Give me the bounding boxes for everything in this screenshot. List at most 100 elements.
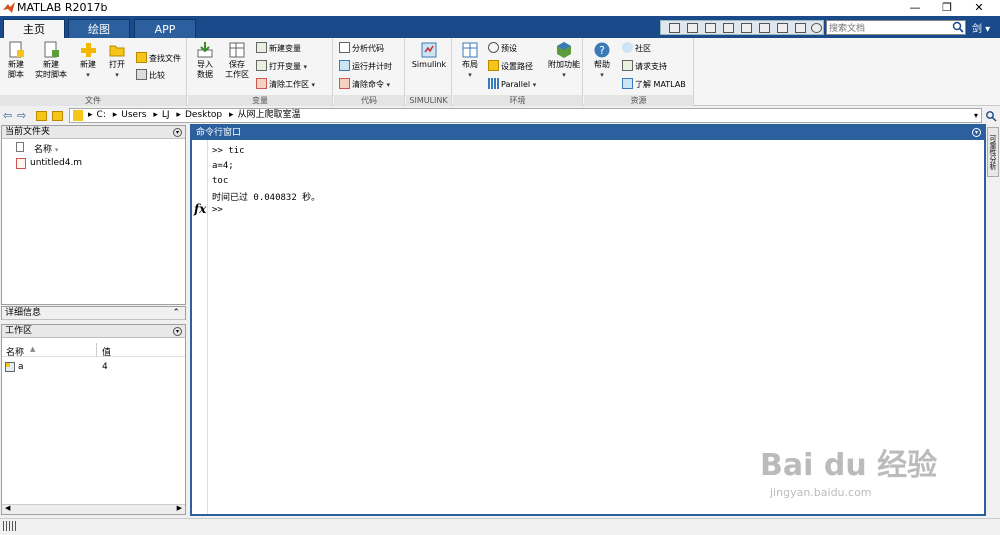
simulink-label: Simulink (411, 60, 447, 69)
request-support-button[interactable]: 请求支持 (622, 60, 667, 73)
breadcrumb-user[interactable]: LJ (162, 109, 170, 122)
paste-icon[interactable] (723, 23, 734, 33)
save-icon[interactable] (669, 23, 680, 33)
preferences-button[interactable]: 预设 (488, 42, 517, 55)
undo-icon[interactable] (741, 23, 752, 33)
search-icon[interactable] (952, 21, 965, 34)
analyze-code-button[interactable]: 分析代码 (339, 42, 384, 55)
save-workspace-button[interactable]: 保存 工作区 (222, 41, 252, 80)
details-header: 详细信息 ⌃ (2, 307, 185, 320)
learn-matlab-button[interactable]: 了解 MATLAB (622, 78, 686, 91)
browse-folder-icon[interactable] (52, 111, 63, 121)
set-path-label: 设置路径 (501, 62, 533, 71)
layout-icon[interactable] (795, 23, 806, 33)
find-files-icon (136, 52, 147, 63)
new-label: 新建 (80, 60, 96, 69)
watermark-brand: Bai du 经验 (760, 448, 938, 483)
close-button[interactable]: ✕ (964, 0, 994, 16)
parallel-button[interactable]: Parallel ▾ (488, 78, 536, 91)
copy-icon[interactable] (705, 23, 716, 33)
current-path-field[interactable]: ▸ C: ▸ Users ▸ LJ ▸ Desktop ▸ 从网上爬取室温 ▾ (69, 108, 982, 123)
workspace-scrollbar[interactable]: ◀ ▶ (2, 504, 185, 514)
command-window-title: 命令行窗口 (196, 128, 242, 138)
layout-button[interactable]: 布局 ▾ (456, 41, 484, 80)
save-workspace-label: 保存 工作区 (225, 60, 249, 79)
clear-workspace-label: 清除工作区 (269, 80, 309, 89)
panel-menu-icon[interactable]: ▾ (173, 128, 182, 137)
path-separator: ▸ (176, 110, 181, 120)
forward-arrow-icon[interactable]: ⇨ (17, 109, 26, 122)
ribbon-tab-strip: 主页 绘图 APP 剑 ▾ (0, 16, 1000, 39)
switch-windows-icon[interactable] (777, 23, 788, 33)
clear-workspace-button[interactable]: 清除工作区 ▾ (256, 78, 315, 91)
simulink-button[interactable]: Simulink (410, 41, 448, 70)
new-live-script-button[interactable]: 新建 实时脚本 (32, 41, 70, 80)
workspace-column-headers: 名称 ▲ 值 (2, 343, 185, 358)
ribbon-group-simulink: Simulink SIMULINK (406, 38, 452, 106)
workspace-col-value[interactable]: 值 (102, 345, 111, 358)
scroll-right-icon[interactable]: ▶ (177, 504, 182, 512)
set-path-button[interactable]: 设置路径 (488, 60, 533, 73)
column-header-name[interactable]: 名称 ▾ (16, 142, 58, 155)
ribbon-group-environment: 布局 ▾ 预设 设置路径 Parallel ▾ 附加功能 ▾ 环境 (453, 38, 583, 106)
command-prompt[interactable]: >> (212, 205, 223, 215)
function-browser-icon[interactable]: fx (194, 202, 206, 216)
chevron-up-icon[interactable]: ⌃ (172, 307, 180, 320)
side-panel-tab[interactable]: 可靠性分析 (987, 127, 999, 177)
community-button[interactable]: 社区 (622, 42, 651, 55)
help-icon[interactable] (811, 23, 822, 33)
breadcrumb-desktop[interactable]: Desktop (185, 109, 222, 122)
command-line: a=4; (212, 161, 234, 171)
find-files-button[interactable]: 查找文件 (136, 52, 181, 65)
open-variable-button[interactable]: 打开变量 ▾ (256, 60, 307, 73)
tab-apps[interactable]: APP (134, 19, 196, 38)
watermark-url: jingyan.baidu.com (770, 486, 872, 499)
matlab-logo-icon (3, 2, 15, 13)
variable-value: 4 (102, 362, 108, 372)
column-divider (96, 343, 97, 357)
open-variable-label: 打开变量 (269, 62, 301, 71)
minimize-button[interactable]: — (900, 0, 930, 16)
command-line: >> tic (212, 146, 245, 156)
back-arrow-icon[interactable]: ⇦ (3, 109, 12, 122)
new-script-button[interactable]: 新建 脚本 (2, 41, 30, 80)
addons-button[interactable]: 附加功能 ▾ (547, 41, 581, 80)
file-icon (16, 142, 24, 152)
panel-menu-icon[interactable]: ▾ (972, 128, 981, 137)
redo-icon[interactable] (759, 23, 770, 33)
new-variable-button[interactable]: 新建变量 (256, 42, 301, 55)
compare-button[interactable]: 比较 (136, 69, 165, 82)
tab-home[interactable]: 主页 (3, 19, 65, 39)
maximize-button[interactable]: ❐ (932, 0, 962, 16)
clear-commands-button[interactable]: 清除命令 ▾ (339, 78, 390, 91)
search-folder-icon[interactable] (985, 110, 997, 122)
user-menu[interactable]: 剑 ▾ (972, 20, 990, 35)
scroll-left-icon[interactable]: ◀ (5, 504, 10, 512)
run-and-time-icon (339, 60, 350, 71)
path-dropdown-icon[interactable]: ▾ (974, 109, 978, 122)
clear-commands-icon (339, 78, 350, 89)
help-button[interactable]: ? 帮助 ▾ (588, 41, 616, 80)
up-folder-icon[interactable] (36, 111, 47, 121)
plus-icon (81, 43, 96, 57)
cut-icon[interactable] (687, 23, 698, 33)
parallel-icon (488, 78, 499, 89)
run-and-time-button[interactable]: 运行并计时 (339, 60, 392, 73)
import-data-button[interactable]: 导入 数据 (191, 41, 219, 80)
open-button[interactable]: 打开 ▾ (103, 41, 131, 80)
tab-plots[interactable]: 绘图 (68, 19, 130, 38)
new-live-script-label: 新建 实时脚本 (35, 60, 67, 79)
current-folder-title: 当前文件夹 (5, 127, 51, 137)
new-button[interactable]: 新建 ▾ (74, 41, 102, 80)
details-panel[interactable]: 详细信息 ⌃ (1, 306, 186, 320)
quick-access-toolbar (660, 20, 824, 35)
workspace-col-name[interactable]: 名称 (6, 345, 24, 358)
breadcrumb-drive[interactable]: C: (97, 109, 106, 122)
breadcrumb-folder[interactable]: 从网上爬取室温 (237, 109, 300, 122)
table-row[interactable]: a 4 (2, 361, 185, 374)
list-item[interactable]: untitled4.m (16, 158, 184, 169)
command-gutter (192, 140, 208, 514)
breadcrumb-users[interactable]: Users (121, 109, 146, 122)
search-documentation-input[interactable] (826, 20, 966, 35)
panel-menu-icon[interactable]: ▾ (173, 327, 182, 336)
